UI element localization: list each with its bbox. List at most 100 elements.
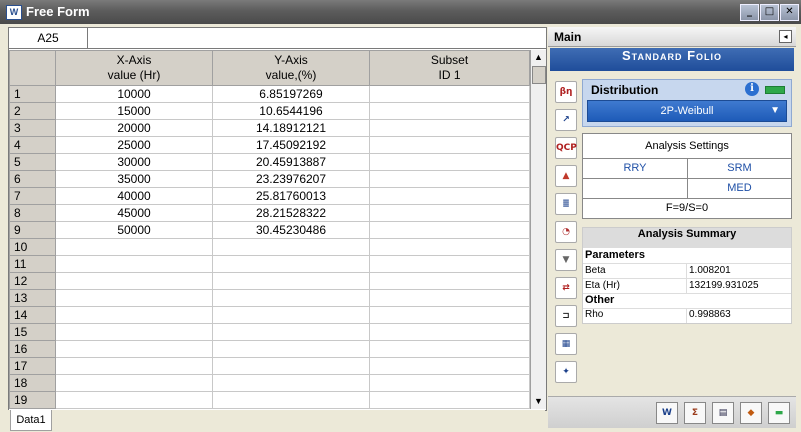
y-value-cell[interactable]: [212, 391, 370, 409]
subset-cell[interactable]: [369, 119, 530, 137]
row-number[interactable]: 8: [9, 204, 56, 222]
row-number[interactable]: 12: [9, 272, 56, 290]
x-value-cell[interactable]: [55, 340, 213, 358]
y-value-cell[interactable]: 17.45092192: [212, 136, 370, 154]
worksheet-icon[interactable]: ▤: [712, 402, 734, 424]
minimize-panel-icon[interactable]: ▬: [768, 402, 790, 424]
x-value-cell[interactable]: [55, 306, 213, 324]
y-value-cell[interactable]: 23.23976207: [212, 170, 370, 188]
rank-method-setting[interactable]: SRM: [688, 158, 791, 178]
y-value-cell[interactable]: 6.85197269: [212, 85, 370, 103]
subset-cell[interactable]: [369, 153, 530, 171]
y-value-cell[interactable]: [212, 289, 370, 307]
calculate-icon[interactable]: βη: [555, 81, 577, 103]
formula-bar[interactable]: [88, 28, 546, 49]
row-number[interactable]: 16: [9, 340, 56, 358]
median-setting[interactable]: MED: [688, 178, 791, 198]
info-icon[interactable]: i: [745, 82, 759, 96]
x-value-cell[interactable]: 10000: [55, 85, 213, 103]
chart-wizard-icon[interactable]: ▲: [555, 165, 577, 187]
collapse-icon[interactable]: [765, 86, 785, 94]
y-value-cell[interactable]: 25.81760013: [212, 187, 370, 205]
subset-cell[interactable]: [369, 289, 530, 307]
row-number[interactable]: 3: [9, 119, 56, 137]
x-value-cell[interactable]: 15000: [55, 102, 213, 120]
row-number[interactable]: 18: [9, 374, 56, 392]
batch-icon[interactable]: ⊐: [555, 305, 577, 327]
x-value-cell[interactable]: 20000: [55, 119, 213, 137]
y-value-cell[interactable]: [212, 374, 370, 392]
cell-reference[interactable]: A25: [9, 28, 88, 49]
x-value-cell[interactable]: 30000: [55, 153, 213, 171]
subset-cell[interactable]: [369, 357, 530, 375]
sheet-tab-data1[interactable]: Data1: [10, 410, 52, 431]
row-number[interactable]: 15: [9, 323, 56, 341]
y-value-cell[interactable]: [212, 323, 370, 341]
rank-regression-setting[interactable]: RRY: [583, 158, 687, 178]
diamond-icon[interactable]: ◆: [740, 402, 762, 424]
row-number[interactable]: 11: [9, 255, 56, 273]
x-value-cell[interactable]: [55, 391, 213, 409]
column-header-x[interactable]: X-Axis value (Hr): [55, 50, 213, 86]
scroll-up-arrow-icon[interactable]: ▲: [531, 50, 546, 65]
table-icon[interactable]: ▦: [555, 333, 577, 355]
subset-cell[interactable]: [369, 187, 530, 205]
row-number[interactable]: 17: [9, 357, 56, 375]
transfer-icon[interactable]: ⇄: [555, 277, 577, 299]
row-number[interactable]: 14: [9, 306, 56, 324]
close-button[interactable]: ✕: [780, 4, 799, 21]
y-value-cell[interactable]: [212, 238, 370, 256]
y-value-cell[interactable]: 28.21528322: [212, 204, 370, 222]
subset-cell[interactable]: [369, 102, 530, 120]
row-number[interactable]: 2: [9, 102, 56, 120]
x-value-cell[interactable]: [55, 357, 213, 375]
x-value-cell[interactable]: [55, 272, 213, 290]
row-number[interactable]: 9: [9, 221, 56, 239]
row-number[interactable]: 1: [9, 85, 56, 103]
row-number[interactable]: 4: [9, 136, 56, 154]
column-header-y[interactable]: Y-Axis value,(%): [212, 50, 370, 86]
simulation-icon[interactable]: ✦: [555, 361, 577, 383]
x-value-cell[interactable]: 45000: [55, 204, 213, 222]
subset-cell[interactable]: [369, 391, 530, 409]
scroll-thumb[interactable]: [532, 66, 546, 84]
row-number[interactable]: 7: [9, 187, 56, 205]
corner-header[interactable]: [9, 50, 56, 86]
column-header-subset[interactable]: Subset ID 1: [369, 50, 530, 86]
maximize-button[interactable]: □: [760, 4, 779, 21]
x-value-cell[interactable]: 35000: [55, 170, 213, 188]
subset-cell[interactable]: [369, 238, 530, 256]
subset-cell[interactable]: [369, 272, 530, 290]
x-value-cell[interactable]: 25000: [55, 136, 213, 154]
x-value-cell[interactable]: 40000: [55, 187, 213, 205]
y-value-cell[interactable]: [212, 306, 370, 324]
x-value-cell[interactable]: [55, 289, 213, 307]
row-number[interactable]: 6: [9, 170, 56, 188]
subset-cell[interactable]: [369, 306, 530, 324]
minimize-button[interactable]: _: [740, 4, 759, 21]
plot-icon[interactable]: ↗: [555, 109, 577, 131]
scroll-down-arrow-icon[interactable]: ▼: [531, 394, 546, 409]
report-icon[interactable]: ≣: [555, 193, 577, 215]
row-number[interactable]: 13: [9, 289, 56, 307]
vertical-scrollbar[interactable]: ▲ ▼: [530, 50, 546, 409]
subset-cell[interactable]: [369, 85, 530, 103]
word-export-icon[interactable]: W: [656, 402, 678, 424]
y-value-cell[interactable]: [212, 272, 370, 290]
function-icon[interactable]: Σ: [684, 402, 706, 424]
y-value-cell[interactable]: 20.45913887: [212, 153, 370, 171]
subset-cell[interactable]: [369, 136, 530, 154]
x-value-cell[interactable]: [55, 374, 213, 392]
y-value-cell[interactable]: 30.45230486: [212, 221, 370, 239]
row-number[interactable]: 19: [9, 391, 56, 409]
y-value-cell[interactable]: [212, 340, 370, 358]
subset-cell[interactable]: [369, 170, 530, 188]
y-value-cell[interactable]: [212, 255, 370, 273]
distribution-dropdown[interactable]: 2P-Weibull ▼: [587, 100, 787, 122]
subset-cell[interactable]: [369, 323, 530, 341]
qcp-icon[interactable]: QCP: [555, 137, 577, 159]
subset-cell[interactable]: [369, 221, 530, 239]
subset-cell[interactable]: [369, 204, 530, 222]
row-number[interactable]: 10: [9, 238, 56, 256]
y-value-cell[interactable]: [212, 357, 370, 375]
